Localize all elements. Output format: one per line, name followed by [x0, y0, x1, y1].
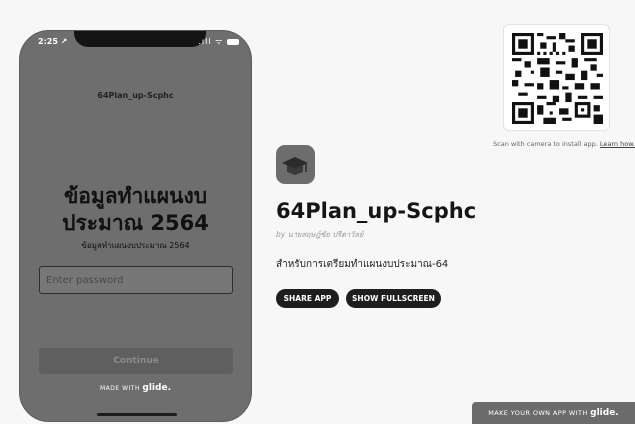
qr-code-icon: [512, 33, 603, 124]
phone-heading-line2: ประมาณ 2564: [62, 211, 209, 235]
qr-code: [503, 24, 610, 131]
battery-icon: [227, 38, 239, 45]
learn-how-link[interactable]: Learn how.: [600, 140, 635, 148]
make-own-prefix: MAKE YOUR OWN APP WITH: [488, 409, 588, 417]
phone-heading: ข้อมูลทำแผนงบ ประมาณ 2564: [20, 183, 251, 237]
phone-heading-line1: ข้อมูลทำแผนงบ: [63, 184, 208, 208]
signal-wifi-icon: .ıll ᯤ: [198, 37, 224, 46]
made-with-glide[interactable]: MADE WITH glide.: [20, 383, 251, 393]
graduation-cap-icon: [282, 157, 308, 175]
app-name: 64Plan_up-Scphc: [276, 199, 477, 223]
app-description: สำหรับการเตรียมทำแผนงบประมาณ-64: [276, 259, 449, 270]
qr-caption-text: Scan with camera to install app.: [493, 140, 598, 148]
make-own-brand: glide.: [590, 408, 619, 418]
status-time: 2:25 ↗: [38, 37, 68, 46]
show-fullscreen-button[interactable]: SHOW FULLSCREEN: [346, 289, 441, 308]
home-indicator: [97, 413, 177, 416]
status-icons: .ıll ᯤ: [198, 36, 239, 47]
app-icon: [276, 145, 315, 184]
share-app-button[interactable]: SHARE APP: [276, 289, 339, 308]
phone-notch: [74, 31, 206, 47]
password-input[interactable]: [39, 266, 233, 294]
phone-app-title: 64Plan_up-Scphc: [97, 91, 174, 100]
glide-brand: glide.: [142, 383, 171, 393]
app-author: by นายสฤษฎ์ชัย ปรีดาวัลย์: [276, 230, 364, 239]
phone-subheading: ข้อมูลทำแผนงบประมาณ 2564: [81, 241, 190, 250]
qr-caption: Scan with camera to install app. Learn h…: [493, 140, 635, 148]
phone-preview: 2:25 ↗ .ıll ᯤ 64Plan_up-Scphc ข้อมูลทำแผ…: [19, 30, 252, 422]
continue-button[interactable]: Continue: [39, 348, 233, 374]
make-your-own-app-button[interactable]: MAKE YOUR OWN APP WITH glide.: [472, 402, 635, 424]
made-with-prefix: MADE WITH: [100, 385, 140, 392]
